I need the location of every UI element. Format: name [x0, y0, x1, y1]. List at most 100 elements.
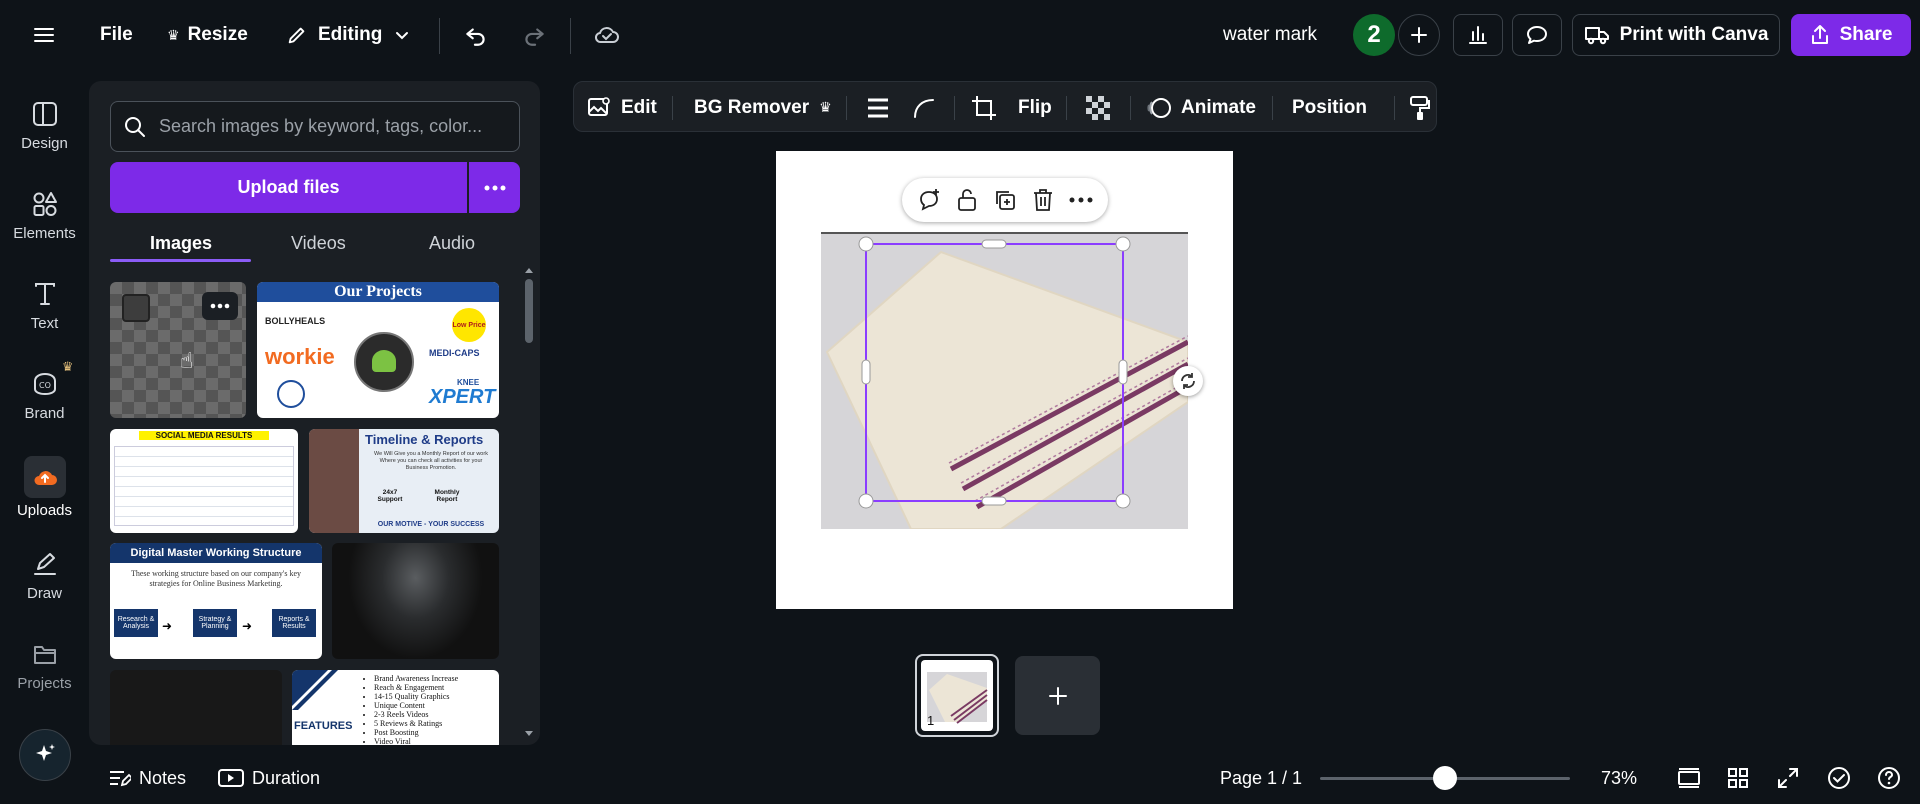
rail-text[interactable]: Text [0, 279, 89, 332]
add-comment-icon[interactable] [917, 188, 941, 212]
divider [570, 18, 571, 54]
lock-icon[interactable] [956, 188, 978, 212]
feature-item: 14-15 Quality Graphics [374, 692, 458, 701]
upload-files-button[interactable]: Upload files [110, 162, 467, 213]
search-input[interactable] [159, 116, 519, 137]
rail-elements[interactable]: Elements [0, 189, 89, 242]
magic-assistant-button[interactable] [19, 729, 71, 781]
bar-chart-icon [1469, 26, 1487, 44]
upload-options-button[interactable] [469, 162, 520, 213]
image-thumb-spotlight[interactable] [332, 543, 499, 659]
timer-icon [218, 768, 244, 788]
logo-xpert: XPERT [429, 386, 496, 408]
selection-frame[interactable] [858, 236, 1131, 509]
help-icon[interactable] [1877, 760, 1901, 796]
share-label: Share [1839, 24, 1893, 45]
rail-projects[interactable]: Projects [0, 639, 89, 692]
image-thumb-digital-master[interactable]: Digital Master Working Structure These w… [110, 543, 322, 659]
photo-strip [309, 429, 359, 533]
image-thumb-timeline[interactable]: Timeline & Reports We Will Give you a Mo… [309, 429, 499, 533]
flow-box: Reports & Results [272, 609, 316, 637]
bg-remover-button[interactable]: BG Remover ♛ [694, 82, 832, 133]
document-title[interactable]: water mark [1223, 0, 1317, 70]
animate-button[interactable]: Animate [1147, 82, 1256, 133]
rotate-handle[interactable] [1173, 366, 1203, 396]
file-menu[interactable]: File [100, 0, 133, 70]
fullscreen-icon[interactable] [1777, 760, 1799, 796]
corner-rounding-icon[interactable] [912, 82, 936, 133]
more-icon [484, 185, 505, 190]
rail-design[interactable]: Design [0, 99, 89, 152]
image-thumb-transparent[interactable]: ☝ [110, 282, 246, 418]
resize-label: Resize [187, 24, 248, 45]
editing-mode-button[interactable]: Editing [286, 0, 410, 70]
logo-workie: workie [265, 344, 335, 369]
flip-button[interactable]: Flip [1018, 82, 1052, 133]
redo-icon[interactable] [521, 0, 547, 70]
rail-design-label: Design [21, 135, 68, 152]
pages-view-icon[interactable] [1677, 760, 1701, 796]
divider [954, 96, 955, 120]
zoom-level[interactable]: 73% [1601, 760, 1637, 796]
print-with-canva-button[interactable]: Print with Canva [1572, 14, 1780, 56]
panel-scrollbar[interactable] [521, 263, 537, 741]
thumb-title: Digital Master Working Structure [110, 543, 322, 563]
logo-bollyheals: BOLLYHEALS [265, 316, 326, 326]
arrow-right-icon: ➜ [162, 619, 173, 633]
duplicate-icon[interactable] [993, 188, 1017, 212]
add-collaborator-button[interactable] [1398, 14, 1440, 56]
zoom-slider-thumb[interactable] [1433, 766, 1457, 790]
thumb-title: Timeline & Reports [365, 432, 484, 447]
rail-text-label: Text [30, 315, 59, 332]
tab-images[interactable]: Images [150, 223, 212, 263]
menu-icon[interactable] [32, 0, 56, 70]
rail-draw[interactable]: Draw [0, 549, 89, 602]
delete-icon[interactable] [1032, 188, 1054, 212]
search-box[interactable] [110, 101, 520, 152]
transparency-icon[interactable] [1086, 82, 1110, 133]
insights-button[interactable] [1453, 14, 1503, 56]
duration-button[interactable]: Duration [218, 760, 320, 796]
image-thumb-our-projects[interactable]: Our Projects BOLLYHEALS workie Low Price… [257, 282, 499, 418]
text-icon [30, 279, 60, 309]
select-checkbox[interactable] [122, 294, 150, 322]
check-circle-icon[interactable] [1827, 760, 1851, 796]
resize-button[interactable]: ♛ Resize [167, 0, 248, 70]
rail-projects-label: Projects [17, 675, 72, 692]
position-button[interactable]: Position [1292, 82, 1367, 133]
animate-icon [1147, 96, 1173, 120]
image-thumb-features[interactable]: FEATURES Brand Awareness Increase Reach … [292, 670, 499, 745]
thumb-more-button[interactable] [202, 292, 238, 320]
collaborator-avatar[interactable]: 2 [1353, 14, 1395, 56]
crop-icon[interactable] [971, 82, 997, 133]
tab-videos[interactable]: Videos [291, 223, 346, 263]
feature-item: Unique Content [374, 701, 458, 710]
notes-button[interactable]: Notes [109, 760, 186, 796]
add-page-button[interactable] [1015, 656, 1100, 735]
cloud-saved-icon[interactable] [593, 0, 621, 70]
copy-style-icon[interactable] [1409, 82, 1431, 133]
image-thumb-dark-texture[interactable] [110, 670, 282, 745]
border-style-icon[interactable] [866, 82, 890, 133]
monthly-label: Monthly Report [434, 489, 460, 503]
grid-view-icon[interactable] [1727, 760, 1749, 796]
notes-label: Notes [139, 767, 187, 788]
edit-image-button[interactable]: Edit [587, 82, 657, 133]
comments-button[interactable] [1512, 14, 1562, 56]
rail-draw-label: Draw [26, 585, 62, 602]
share-button[interactable]: Share [1791, 14, 1911, 56]
more-icon[interactable] [1069, 197, 1093, 203]
page-indicator[interactable]: Page 1 / 1 [1220, 760, 1302, 796]
brand-icon: CO ♛ [30, 359, 74, 399]
image-thumb-social-results[interactable]: SOCIAL MEDIA RESULTS [110, 429, 298, 533]
page-thumbnail[interactable]: 1 [915, 654, 999, 737]
rail-uploads[interactable]: Uploads [0, 456, 89, 519]
svg-text:CO: CO [39, 381, 51, 390]
print-label: Print with Canva [1619, 24, 1769, 45]
feature-item: Reach & Engagement [374, 683, 458, 692]
rail-brand[interactable]: CO ♛ Brand [0, 359, 89, 422]
zoom-slider[interactable] [1320, 764, 1570, 792]
tab-audio[interactable]: Audio [429, 223, 475, 263]
element-quick-actions [902, 178, 1108, 222]
undo-icon[interactable] [463, 0, 489, 70]
